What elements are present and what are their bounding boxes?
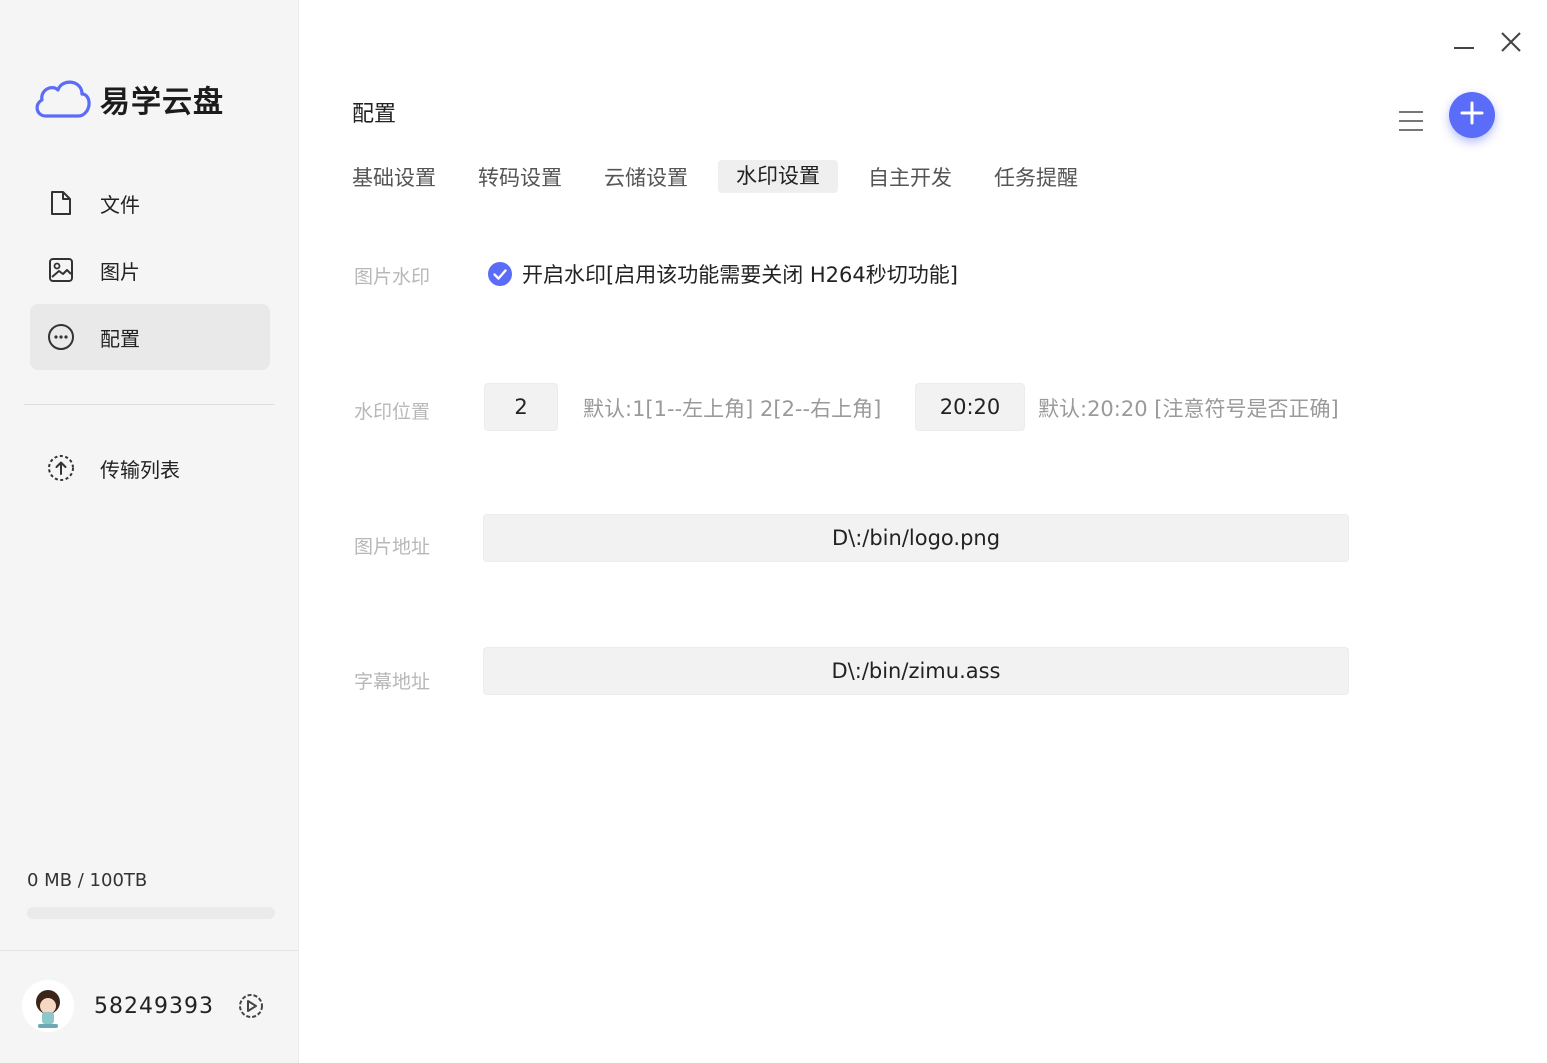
page-title: 配置 — [352, 102, 397, 127]
storage-usage-text: 0 MB / 100TB — [27, 870, 148, 891]
sidebar-item-transfers[interactable]: 传输列表 — [30, 435, 270, 501]
brand: 易学云盘 — [32, 74, 224, 124]
user-settings-icon[interactable] — [236, 991, 266, 1025]
file-icon — [46, 188, 76, 218]
user-id: 58249393 — [94, 993, 214, 1019]
add-button[interactable] — [1449, 92, 1495, 138]
minimize-icon[interactable] — [1452, 28, 1476, 62]
app-name: 易学云盘 — [100, 85, 224, 120]
tab-task-reminder[interactable]: 任务提醒 — [982, 160, 1090, 197]
storage-progress-bar — [27, 907, 275, 919]
tab-basic[interactable]: 基础设置 — [340, 160, 448, 197]
sidebar-item-config[interactable]: 配置 — [30, 304, 270, 370]
tab-transcode[interactable]: 转码设置 — [466, 160, 574, 197]
close-icon[interactable] — [1498, 28, 1524, 62]
plus-icon — [1459, 100, 1485, 130]
subtitle-path-label: 字幕地址 — [354, 671, 431, 693]
watermark-position-label: 水印位置 — [354, 401, 431, 423]
user-profile[interactable]: 58249393 — [22, 980, 214, 1032]
sidebar-divider — [24, 404, 274, 405]
tab-cloud-storage[interactable]: 云储设置 — [592, 160, 700, 197]
watermark-position-hint: 默认:1[1--左上角] 2[2--右上角] — [583, 397, 882, 421]
more-circle-icon — [46, 322, 76, 352]
sidebar-item-label: 图片 — [100, 259, 140, 284]
menu-icon[interactable] — [1396, 108, 1426, 138]
sidebar: 易学云盘 文件 图片 配置 传输列表 0 MB / 100TB 58249393 — [0, 0, 299, 1063]
sidebar-bottom-divider — [0, 950, 298, 951]
subtitle-path-input[interactable]: D\:/bin/zimu.ass — [483, 647, 1349, 695]
sidebar-item-label: 传输列表 — [100, 457, 180, 482]
image-path-label: 图片地址 — [354, 536, 431, 558]
upload-circle-icon — [46, 453, 76, 483]
sidebar-item-images[interactable]: 图片 — [30, 237, 270, 303]
watermark-position-input[interactable]: 2 — [484, 383, 558, 431]
image-watermark-label: 图片水印 — [354, 266, 431, 288]
sidebar-item-files[interactable]: 文件 — [30, 170, 270, 236]
settings-tabs: 基础设置 转码设置 云储设置 水印设置 自主开发 任务提醒 — [340, 160, 1108, 197]
image-path-input[interactable]: D\:/bin/logo.png — [483, 514, 1349, 562]
enable-watermark-checkbox[interactable] — [487, 261, 513, 291]
watermark-offset-input[interactable]: 20:20 — [915, 383, 1025, 431]
tab-self-development[interactable]: 自主开发 — [856, 160, 964, 197]
avatar[interactable] — [22, 980, 74, 1032]
image-icon — [46, 255, 76, 285]
sidebar-item-label: 文件 — [100, 192, 140, 217]
enable-watermark-text[interactable]: 开启水印[启用该功能需要关闭 H264秒切功能] — [522, 259, 958, 289]
watermark-offset-hint: 默认:20:20 [注意符号是否正确] — [1038, 397, 1339, 421]
cloud-logo-icon — [32, 74, 92, 124]
sidebar-item-label: 配置 — [100, 326, 140, 351]
tab-watermark[interactable]: 水印设置 — [718, 160, 838, 193]
